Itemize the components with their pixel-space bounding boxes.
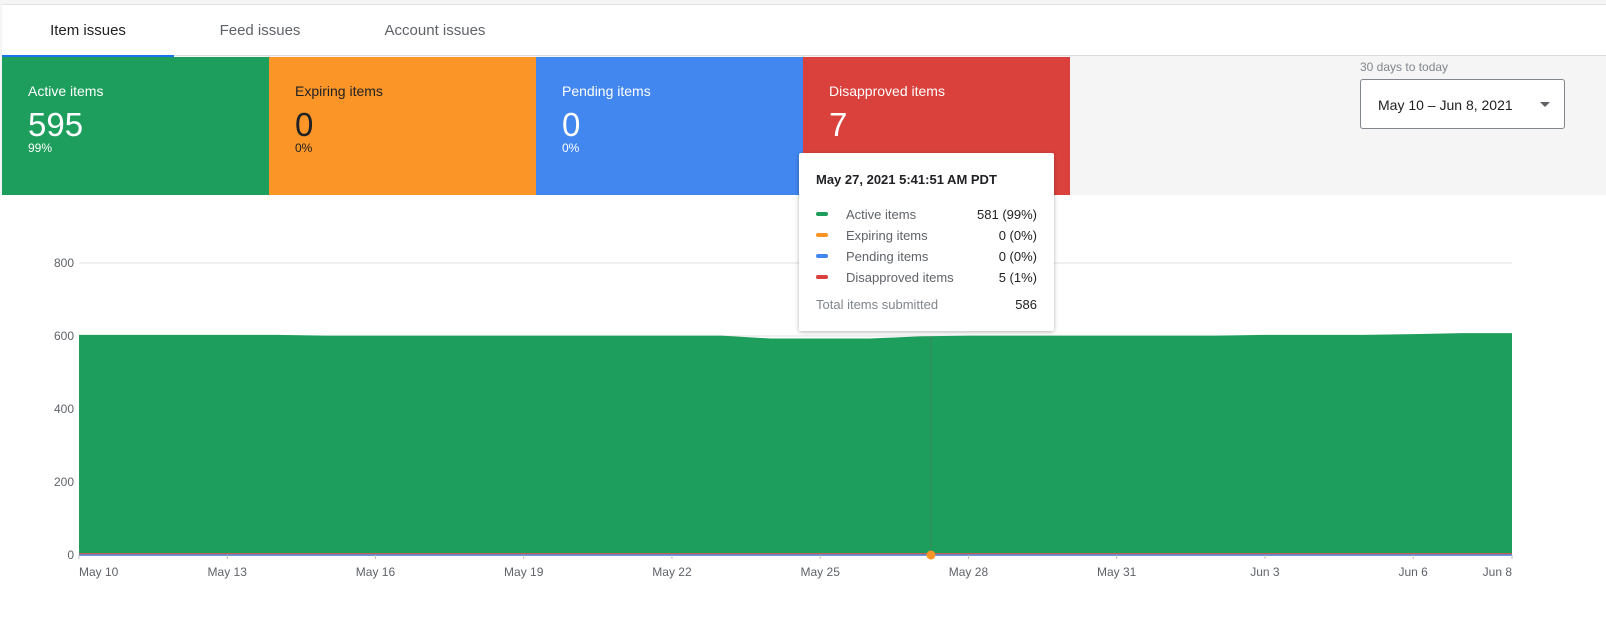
chart-tooltip: May 27, 2021 5:41:51 AM PDT Active items… [799,153,1054,331]
tooltip-row-value: 0 (0%) [998,228,1037,243]
x-tick-label: Jun 3 [1250,565,1280,579]
x-tick-label: May 19 [504,565,544,579]
tooltip-total-value: 586 [1015,297,1037,312]
card-percent: 0% [295,141,313,155]
card-value: 0 [562,106,581,143]
tab-feed-issues[interactable]: Feed issues [174,5,346,56]
date-range-picker: 30 days to today May 10 – Jun 8, 2021 [1360,60,1565,129]
legend-swatch-expiring [816,233,828,237]
y-tick-label: 800 [54,256,74,270]
x-tick-label: Jun 6 [1398,565,1428,579]
tooltip-row-active: Active items 581 (99%) [816,206,1037,227]
tooltip-row-disapproved: Disapproved items 5 (1%) [816,269,1037,290]
card-value: 595 [28,106,84,143]
card-expiring-items[interactable]: Expiring items 0 0% [269,57,536,195]
dropdown-arrow-icon [1540,102,1550,107]
tab-bar: Item issues Feed issues Account issues [2,4,1606,57]
card-pending-items[interactable]: Pending items 0 0% [536,57,803,195]
date-range-caption: 30 days to today [1360,60,1449,74]
y-tick-label: 200 [54,475,74,489]
card-value: 0 [295,106,314,143]
tab-account-issues[interactable]: Account issues [346,5,524,56]
card-value: 7 [829,106,848,143]
tooltip-row-value: 581 (99%) [977,207,1037,222]
series-area-active-items [79,333,1512,554]
tooltip-row-name: Expiring items [846,228,928,243]
tooltip-total: Total items submitted 586 [816,296,1037,313]
y-tick-label: 0 [67,548,74,562]
tooltip-row-value: 0 (0%) [998,249,1037,264]
x-tick-label: May 25 [801,565,841,579]
y-tick-label: 400 [54,402,74,416]
card-label: Active items [28,83,104,99]
x-tick-label: May 16 [356,565,396,579]
x-tick-label: May 10 [79,565,119,579]
tooltip-total-label: Total items submitted [816,297,939,312]
tooltip-row-name: Active items [846,207,917,222]
tab-item-issues[interactable]: Item issues [2,5,174,57]
legend-swatch-disapproved [816,275,828,279]
tooltip-row-name: Disapproved items [846,270,954,285]
card-label: Pending items [562,83,651,99]
tooltip-row-pending: Pending items 0 (0%) [816,248,1037,269]
x-tick-label: May 31 [1097,565,1137,579]
legend-swatch-pending [816,254,828,258]
tooltip-row-value: 5 (1%) [998,270,1037,285]
y-tick-label: 600 [54,329,74,343]
date-range-select[interactable]: May 10 – Jun 8, 2021 [1360,79,1565,129]
date-range-value: May 10 – Jun 8, 2021 [1378,97,1513,113]
card-active-items[interactable]: Active items 595 99% [2,57,269,195]
tooltip-row-expiring: Expiring items 0 (0%) [816,227,1037,248]
card-label: Expiring items [295,83,383,99]
card-percent: 0% [562,141,580,155]
tooltip-title: May 27, 2021 5:41:51 AM PDT [816,172,997,187]
x-tick-label: May 28 [949,565,989,579]
x-tick-label: May 22 [652,565,692,579]
tooltip-row-name: Pending items [846,249,929,264]
x-tick-label: Jun 8 [1483,565,1513,579]
legend-swatch-active [816,212,828,216]
hover-point [926,550,936,560]
x-tick-label: May 13 [208,565,248,579]
card-label: Disapproved items [829,83,945,99]
